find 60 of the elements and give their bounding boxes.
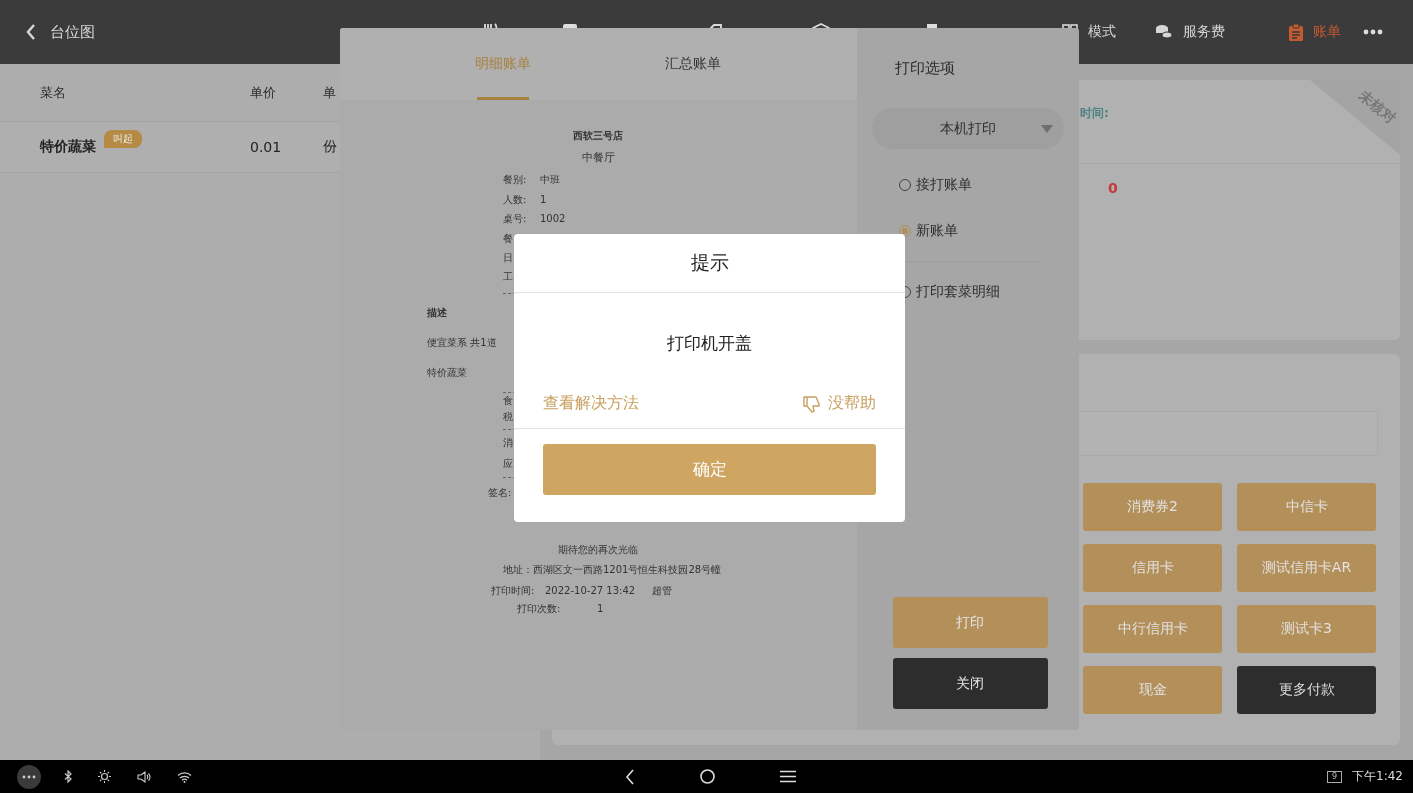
bill-tab[interactable]: 明细账单 xyxy=(408,28,598,100)
receipt-item: 描述 xyxy=(427,305,447,320)
help-link[interactable]: 查看解决方法 xyxy=(543,393,639,414)
receipt-label: 桌号: xyxy=(503,212,528,227)
hall-name: 中餐厅 xyxy=(581,150,615,167)
dish-name: 特价蔬菜 xyxy=(40,138,96,156)
radio-option[interactable]: 接打账单 xyxy=(899,175,1064,195)
receipt-label: 日 xyxy=(503,250,514,265)
clock-text: 下午1:42 xyxy=(1352,768,1403,785)
table-cell-text: 份 xyxy=(323,138,338,156)
payment-button[interactable]: 测试卡3 xyxy=(1237,605,1376,653)
dialog-message: 打印机开盖 xyxy=(666,331,753,355)
receipt-label: 签名: xyxy=(488,485,512,500)
payment-button[interactable]: 中行信用卡 xyxy=(1083,605,1222,653)
action-button[interactable]: 关闭 xyxy=(892,658,1048,709)
nav-tab[interactable]: 账单 xyxy=(1289,18,1341,46)
payment-button[interactable]: 更多付款 xyxy=(1237,666,1376,714)
receipt-value: 1 xyxy=(540,192,547,207)
printer-dropdown[interactable]: 本机打印 xyxy=(872,108,1064,149)
action-button[interactable]: 打印 xyxy=(892,597,1048,648)
receipt-value: 1 xyxy=(597,601,604,616)
payment-button[interactable]: 中信卡 xyxy=(1237,483,1376,531)
receipt-label: 餐别: xyxy=(503,173,528,188)
column-header: 单 xyxy=(323,83,337,102)
panel-title: 打印选项 xyxy=(895,59,956,78)
back-button[interactable]: 台位图 xyxy=(26,17,95,47)
payment-button[interactable]: 信用卡 xyxy=(1083,544,1222,592)
payment-button[interactable]: 现金 xyxy=(1083,666,1222,714)
nav-tab[interactable]: 服务费 xyxy=(1155,18,1225,46)
store-name: 西软三号店 xyxy=(573,129,623,143)
dialog-title: 提示 xyxy=(514,234,905,293)
receipt-label: 餐 xyxy=(503,231,514,246)
receipt-label: 食 xyxy=(503,393,513,408)
table-cell-text: 0.01 xyxy=(250,139,283,155)
receipt-item: 特价蔬菜 xyxy=(427,365,467,380)
bill-tab[interactable]: 汇总账单 xyxy=(598,28,788,100)
receipt-label: 打印次数: xyxy=(517,601,562,616)
amount-value: 0 xyxy=(1108,180,1118,196)
column-header: 单价 xyxy=(250,83,277,102)
payment-button[interactable]: 消费券2 xyxy=(1083,483,1222,531)
receipt-label: 工 xyxy=(503,270,514,285)
receipt-label: 税 xyxy=(503,409,513,424)
receipt-label: 应 xyxy=(503,456,513,471)
receipt-label: 消 xyxy=(503,435,513,450)
receipt-value: 2022-10-27 13:42 xyxy=(545,584,637,599)
receipt-text: 期待您的再次光临 xyxy=(558,542,638,557)
receipt-value: 1002 xyxy=(540,212,566,227)
receipt-value: 中班 xyxy=(540,173,560,188)
status-badge: 叫起 xyxy=(104,130,142,148)
receipt-item: 便宜菜系 共1道 xyxy=(427,335,497,350)
notification-badge: 9 xyxy=(1326,770,1343,783)
receipt-address: 地址：西湖区文一西路1201号恒生科技园28号幢 xyxy=(503,563,722,578)
column-header: 菜名 xyxy=(40,83,67,102)
receipt-label: 打印时间: xyxy=(491,584,536,599)
time-label: 时间: xyxy=(1080,106,1109,120)
confirm-button[interactable]: 确定 xyxy=(543,444,876,495)
payment-button[interactable]: 测试信用卡AR xyxy=(1237,544,1376,592)
receipt-label: 人数: xyxy=(503,192,528,207)
not-helpful-link[interactable]: 没帮助 xyxy=(803,393,876,414)
receipt-value: 超管 xyxy=(652,584,672,599)
